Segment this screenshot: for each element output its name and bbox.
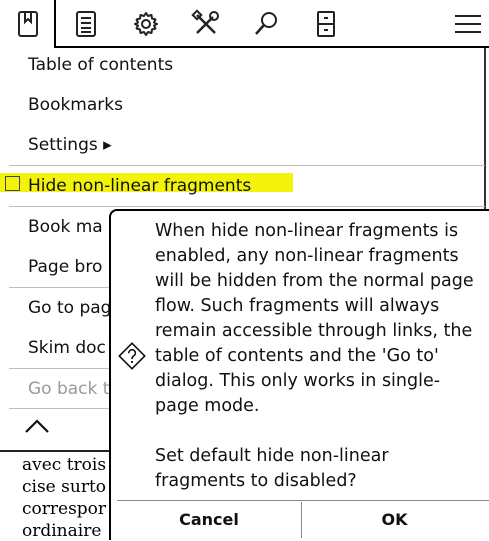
- book-text-line: avec trois: [22, 455, 107, 475]
- ok-button[interactable]: OK: [302, 505, 487, 535]
- menu-item-hide-non-linear-fragments[interactable]: Hide non-linear fragments: [28, 176, 251, 196]
- tab-navigation[interactable]: [0, 0, 56, 48]
- search-icon[interactable]: [250, 8, 282, 40]
- menu-item-go-back: Go back t: [28, 379, 110, 399]
- menu-item-skim-document[interactable]: Skim doc: [28, 338, 106, 358]
- menu-item-bookmarks[interactable]: Bookmarks: [28, 95, 123, 115]
- top-toolbar: [0, 0, 489, 48]
- question-diamond-icon: [118, 342, 146, 370]
- hamburger-menu-icon[interactable]: [452, 8, 484, 40]
- toolbar-divider: [56, 46, 489, 48]
- menu-item-page-browser[interactable]: Page bro: [28, 257, 102, 277]
- menu-item-book-map[interactable]: Book ma: [28, 217, 103, 237]
- file-cabinet-icon[interactable]: [310, 8, 342, 40]
- confirm-dialog: When hide non-linear fragments is enable…: [109, 209, 489, 540]
- tools-icon[interactable]: [190, 8, 222, 40]
- menu-item-go-to-page[interactable]: Go to pag: [28, 298, 111, 318]
- document-lines-icon[interactable]: [70, 8, 102, 40]
- cancel-button[interactable]: Cancel: [117, 505, 301, 535]
- menu-item-table-of-contents[interactable]: Table of contents: [28, 55, 173, 75]
- dialog-question: Set default hide non-linear fragments to…: [155, 446, 389, 491]
- book-text-line: ordinaire: [22, 521, 102, 541]
- hide-fragments-checkbox[interactable]: [5, 176, 20, 191]
- gear-icon[interactable]: [130, 8, 162, 40]
- dialog-paragraph: When hide non-linear fragments is enable…: [155, 221, 474, 416]
- dialog-separator: [117, 500, 489, 501]
- chevron-up-icon[interactable]: [24, 416, 50, 436]
- bookmark-book-icon: [18, 11, 38, 37]
- menu-item-settings[interactable]: Settings ▸: [28, 135, 112, 155]
- book-text-line: correspor: [22, 499, 107, 519]
- menu-separator: [9, 165, 485, 166]
- dialog-message: When hide non-linear fragments is enable…: [155, 219, 489, 494]
- menu-separator: [9, 206, 485, 207]
- book-text-line: cise surto: [22, 477, 107, 497]
